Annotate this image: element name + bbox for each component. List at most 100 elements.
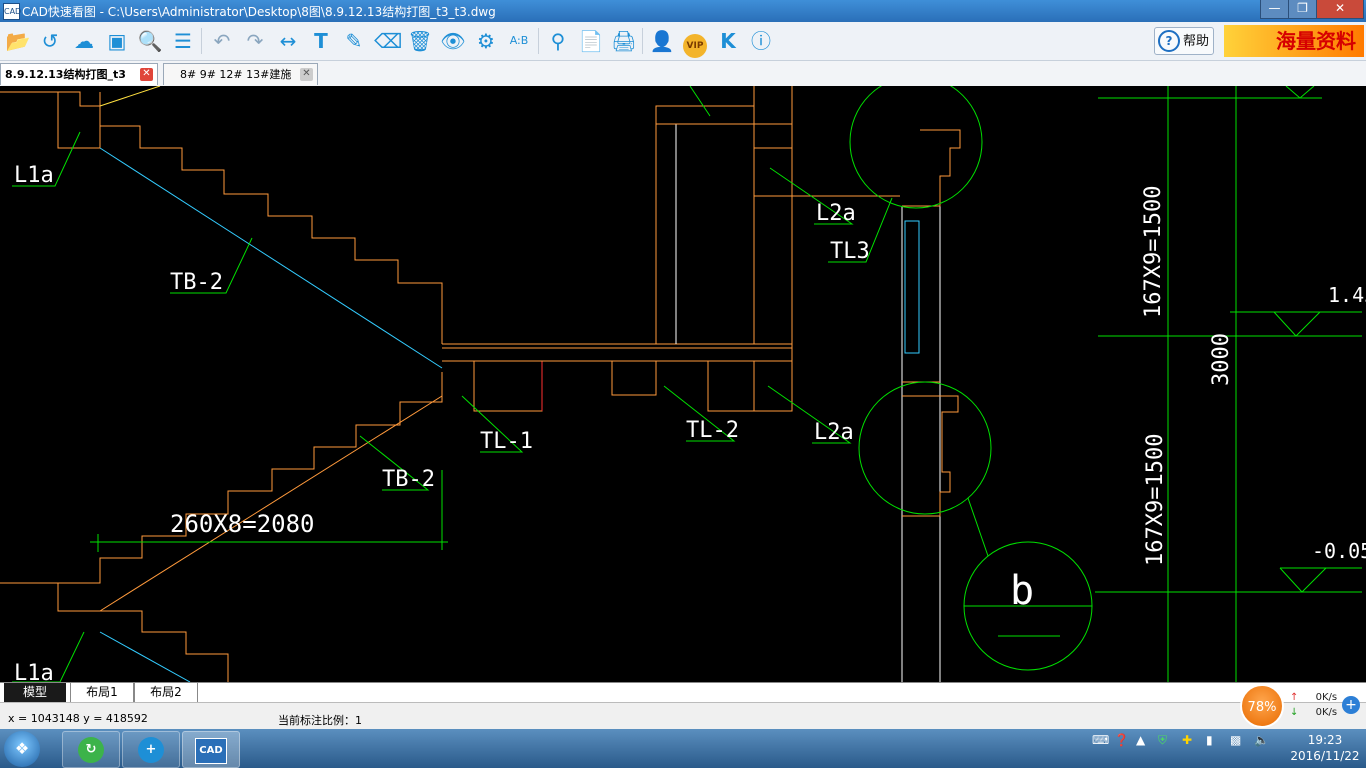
close-button[interactable]: ✕ (1316, 0, 1364, 19)
tab-layout1[interactable]: 布局1 (70, 683, 134, 703)
stair-side-lower (57, 583, 100, 612)
app-icon: CAD (3, 3, 21, 20)
slab-line-cyan (99, 147, 443, 369)
hide-icon[interactable]: 👁 (440, 28, 466, 54)
minimize-button[interactable]: — (1260, 0, 1289, 19)
document-tab-bar: 8.9.12.13结构打图_t3 ✕ 8# 9# 12# 13#建施 ✕ (0, 61, 1366, 87)
cad-drawing: b L1a TB-2 TL-1 TL-2 L2a TB-2 260X8=2080… (0, 75, 1366, 686)
cad-app-icon: CAD (195, 738, 227, 764)
taskbar: ❖ ↻ + CAD ⌨ ❓ ▲ ⛨ ✚ ▮ ▩ 🔈 19:23 2016/11/… (0, 729, 1366, 768)
info-icon[interactable]: ⓘ (748, 28, 774, 54)
layout-tab-bar: 模型 布局1 布局2 (0, 682, 1366, 703)
user-icon[interactable]: 👤 (649, 28, 675, 54)
usage-gauge: 78% (1240, 684, 1284, 728)
measure-icon[interactable]: ↔ (275, 28, 301, 54)
main-toolbar: 📂 ↺ ☁ ▣ 🔍 ☰ ↶ ↷ ↔ T ✎ ⌫ 🗑 👁 ⚙ A:B ⚲ 📄 🖨 … (0, 22, 1366, 61)
label-tl1: TL-1 (480, 429, 533, 454)
tab-model[interactable]: 模型 (4, 683, 66, 702)
show-hidden-icon[interactable]: ▲ (1136, 733, 1145, 747)
add-icon[interactable]: + (1342, 696, 1360, 714)
ab-compare-icon[interactable]: A:B (506, 28, 532, 54)
detail-circle-mid (858, 381, 992, 515)
wall-column (655, 105, 755, 345)
vip-icon[interactable]: VIP (682, 28, 708, 58)
pen-icon[interactable]: ✎ (341, 28, 367, 54)
device-icon[interactable]: ▮ (1206, 733, 1213, 747)
stair-bottom-steps (100, 610, 229, 682)
addon-icon[interactable]: ✚ (1182, 733, 1192, 747)
help-tray-icon[interactable]: ❓ (1114, 733, 1129, 747)
zoom-window-icon[interactable]: ⚲ (545, 28, 571, 54)
system-clock[interactable]: 19:23 2016/11/22 (1290, 732, 1360, 764)
drawing-canvas[interactable]: b L1a TB-2 TL-1 TL-2 L2a TB-2 260X8=2080… (0, 75, 1366, 686)
label-tb2-lower: TB-2 (382, 467, 435, 492)
keyboard-icon[interactable]: ⌨ (1092, 733, 1109, 747)
cloud-icon[interactable]: ☁ (71, 28, 97, 54)
label-dim-vertical-upper: 167X9=1500 (1141, 186, 1166, 318)
start-button[interactable]: ❖ (4, 731, 40, 767)
ad-banner[interactable]: 海量资料 (1224, 25, 1364, 57)
label-dim-vertical-lower: 167X9=1500 (1143, 434, 1168, 566)
status-bar: x = 1043148 y = 418592 当前标注比例：1 (0, 702, 1366, 730)
elev-upper-mark (1273, 311, 1321, 337)
k-logo-icon[interactable]: K (715, 28, 741, 54)
label-l1a-top: L1a (14, 163, 54, 188)
clock-time: 19:23 (1307, 733, 1343, 747)
leader-top-mid (689, 85, 711, 117)
label-elev-lower: -0.05 (1312, 539, 1366, 563)
label-l2a-upper: L2a (816, 201, 856, 226)
beam-l2a (707, 360, 755, 412)
browser-app-button[interactable]: ↻ (62, 731, 120, 768)
toolbar-divider (201, 28, 202, 54)
beam-tl2 (611, 360, 657, 396)
settings-icon[interactable]: ⚙ (473, 28, 499, 54)
open-folder-icon[interactable]: 📂 (5, 28, 31, 54)
text-tool-icon[interactable]: T (308, 28, 334, 54)
tab-structural-drawing[interactable]: 8.9.12.13结构打图_t3 ✕ (0, 63, 158, 85)
cad-app-button[interactable]: CAD (182, 731, 240, 768)
redo-icon[interactable]: ↷ (242, 28, 268, 54)
label-dim-total: 3000 (1209, 333, 1234, 386)
browser-icon: ↻ (78, 737, 104, 763)
window-title: CAD快速看图 - C:\Users\Administrator\Desktop… (22, 5, 496, 19)
network-signal-icon[interactable]: ▩ (1230, 733, 1241, 747)
tab-layout2[interactable]: 布局2 (134, 683, 198, 703)
close-tab-icon[interactable]: ✕ (300, 68, 313, 81)
label-tl2: TL-2 (686, 418, 739, 443)
label-dim-horizontal: 260X8=2080 (170, 510, 315, 538)
eraser-icon[interactable]: ⌫ (374, 28, 402, 54)
trash-icon[interactable]: 🗑 (407, 28, 433, 54)
maximize-button[interactable]: ❐ (1288, 0, 1317, 19)
stair-steps-lower (0, 372, 443, 584)
security-shield-icon[interactable]: ⛨ (1158, 733, 1167, 748)
elev-top-mark (1285, 85, 1315, 99)
detail-leader (967, 497, 989, 557)
history-icon[interactable]: ↺ (37, 28, 63, 54)
upload-arrow-icon: ↑ (1290, 692, 1299, 703)
undo-icon[interactable]: ↶ (209, 28, 235, 54)
find-text-icon[interactable]: 🔍 (137, 28, 163, 54)
coordinate-readout: x = 1043148 y = 418592 (8, 712, 148, 725)
download-arrow-icon: ↓ (1290, 707, 1299, 718)
download-rate: 0K/s (1315, 707, 1338, 718)
fit-view-icon[interactable]: ▣ (104, 28, 130, 54)
tab-architectural-drawing[interactable]: 8# 9# 12# 13#建施 ✕ (163, 63, 318, 85)
annotation-scale: 当前标注比例：1 (278, 714, 362, 727)
volume-icon[interactable]: 🔈 (1254, 733, 1269, 747)
export-icon[interactable]: 📄 (578, 28, 604, 54)
layers-icon[interactable]: ☰ (170, 28, 196, 54)
slab-line-yellow (99, 85, 161, 107)
clock-date: 2016/11/22 (1290, 749, 1360, 763)
slab-line-cyan-lower (99, 631, 191, 683)
slab-line-orange (99, 395, 443, 612)
pinned-app-button[interactable]: + (122, 731, 180, 768)
help-button[interactable]: ? 帮助 (1154, 27, 1214, 55)
landing-slab (442, 360, 793, 412)
tab-label: 8.9.12.13结构打图_t3 (5, 68, 126, 81)
network-monitor[interactable]: 78% ↑ 0K/s ↓ 0K/s + (1240, 682, 1360, 728)
toolbar-divider (642, 28, 643, 54)
close-tab-icon[interactable]: ✕ (140, 68, 153, 81)
elev-lower-mark (1279, 567, 1327, 593)
print-icon[interactable]: 🖨 (611, 28, 637, 54)
tab-label: 8# 9# 12# 13#建施 (180, 68, 292, 81)
